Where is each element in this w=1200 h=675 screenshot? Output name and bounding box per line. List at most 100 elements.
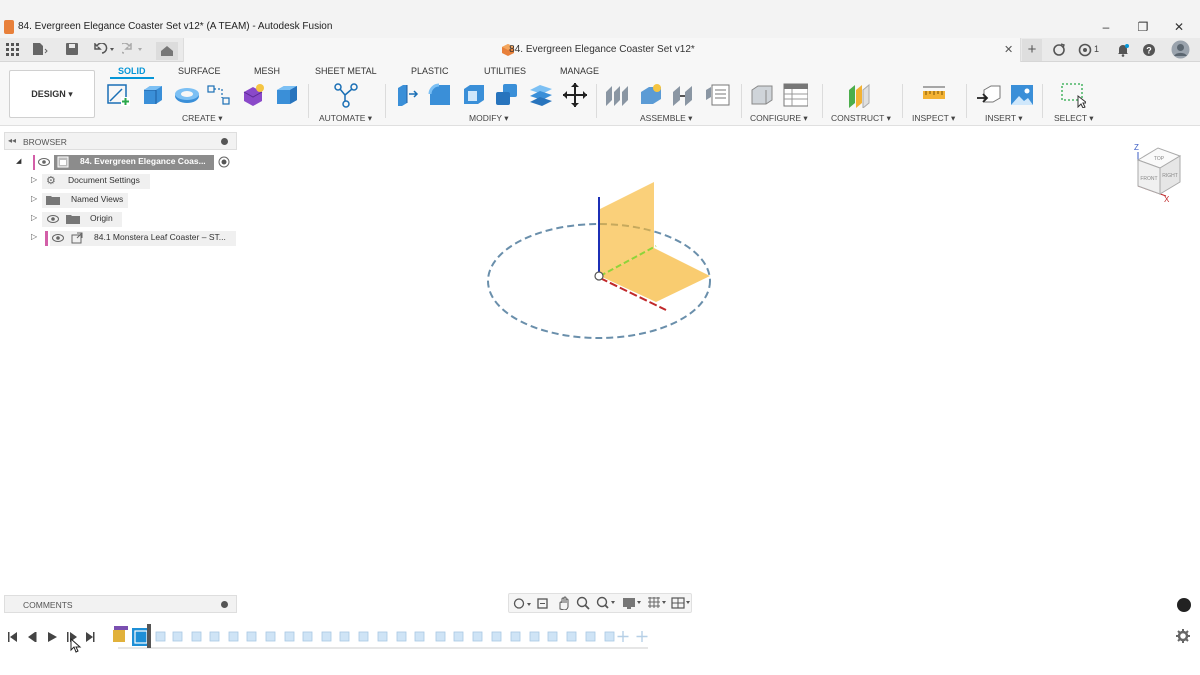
bell-icon[interactable] bbox=[1116, 43, 1130, 57]
select-group-label[interactable]: SELECT ▾ bbox=[1054, 113, 1094, 124]
insert-derive-icon[interactable] bbox=[976, 82, 1002, 108]
joint-icon[interactable] bbox=[638, 82, 664, 108]
modify-group-label[interactable]: MODIFY ▾ bbox=[469, 113, 509, 124]
tab-manage[interactable]: MANAGE bbox=[560, 66, 599, 76]
save-icon[interactable] bbox=[66, 43, 78, 55]
new-component-icon[interactable] bbox=[604, 82, 630, 108]
tab-surface[interactable]: SURFACE bbox=[178, 66, 221, 76]
orbit-icon[interactable] bbox=[513, 597, 531, 610]
workspace-switcher[interactable]: DESIGN ▾ bbox=[9, 70, 95, 118]
browser-item-document-settings[interactable]: ▷ ⚙ Document Settings bbox=[28, 174, 228, 189]
maximize-button[interactable]: ❐ bbox=[1131, 17, 1155, 37]
timeline-settings-gear-icon[interactable] bbox=[1176, 629, 1190, 643]
look-at-icon[interactable] bbox=[536, 597, 549, 610]
tab-solid[interactable]: SOLID bbox=[118, 66, 146, 76]
timeline-group-marker bbox=[114, 626, 128, 630]
collapse-panel-icon[interactable]: ◂◂ bbox=[8, 136, 16, 145]
fillet-icon[interactable] bbox=[427, 82, 453, 108]
redo-icon[interactable] bbox=[122, 43, 146, 55]
expand-arrow-icon[interactable]: ▷ bbox=[31, 213, 37, 222]
document-tab[interactable]: 84. Evergreen Elegance Coaster Set v12* … bbox=[183, 38, 1021, 62]
sweep-icon[interactable] bbox=[206, 82, 232, 108]
minimize-button[interactable]: – bbox=[1094, 17, 1118, 37]
inspect-group-label[interactable]: INSPECT ▾ bbox=[912, 113, 955, 124]
expand-arrow-icon[interactable]: ▷ bbox=[31, 232, 37, 241]
browser-item-component[interactable]: ▷ 84.1 Monstera Leaf Coaster – ST... bbox=[28, 231, 238, 246]
tab-plastic[interactable]: PLASTIC bbox=[411, 66, 449, 76]
timeline-features-suppressed[interactable] bbox=[155, 631, 615, 642]
viewcube-z-label: Z bbox=[1134, 143, 1139, 152]
create-group-label[interactable]: CREATE ▾ bbox=[182, 113, 222, 124]
activate-radio-icon[interactable] bbox=[218, 156, 230, 168]
form-icon[interactable] bbox=[240, 82, 266, 108]
eye-icon[interactable] bbox=[47, 215, 59, 223]
automate-group-label[interactable]: AUTOMATE ▾ bbox=[319, 113, 372, 124]
move-icon[interactable] bbox=[562, 82, 588, 108]
measure-icon[interactable] bbox=[921, 82, 947, 108]
browser-root-row[interactable]: ◢ 84. Evergreen Elegance Coas... bbox=[14, 155, 236, 170]
browser-item-origin[interactable]: ▷ Origin bbox=[28, 212, 228, 227]
quick-access-badge-icon[interactable] bbox=[1177, 598, 1191, 612]
eye-icon[interactable] bbox=[38, 158, 50, 166]
viewports-icon[interactable] bbox=[671, 596, 693, 610]
step-back-icon[interactable] bbox=[28, 632, 37, 642]
tab-mesh[interactable]: MESH bbox=[254, 66, 280, 76]
press-pull-icon[interactable] bbox=[394, 82, 420, 108]
insert-group-label[interactable]: INSERT ▾ bbox=[985, 113, 1023, 124]
add-tab-icon[interactable]: + bbox=[1022, 39, 1042, 61]
comments-panel-header[interactable]: COMMENTS bbox=[4, 595, 237, 613]
close-window-button[interactable]: ✕ bbox=[1167, 17, 1191, 37]
home-icon[interactable] bbox=[156, 42, 178, 60]
sync-icon[interactable] bbox=[1052, 43, 1066, 57]
assemble-group-label[interactable]: ASSEMBLE ▾ bbox=[640, 113, 692, 124]
collapse-arrow-icon[interactable]: ◢ bbox=[16, 157, 21, 165]
expand-arrow-icon[interactable]: ▷ bbox=[31, 194, 37, 203]
offset-face-icon[interactable] bbox=[528, 82, 554, 108]
as-built-joint-icon[interactable] bbox=[671, 82, 697, 108]
timeline-track[interactable] bbox=[110, 622, 655, 652]
tab-sheet-metal[interactable]: SHEET METAL bbox=[315, 66, 377, 76]
eye-icon[interactable] bbox=[52, 234, 64, 242]
panel-pin-icon[interactable] bbox=[221, 138, 228, 145]
bill-of-materials-icon[interactable] bbox=[705, 82, 731, 108]
combine-icon[interactable] bbox=[494, 82, 520, 108]
file-icon[interactable] bbox=[32, 42, 48, 56]
tab-utilities[interactable]: UTILITIES bbox=[484, 66, 526, 76]
play-icon[interactable] bbox=[48, 632, 57, 642]
zoom-window-icon[interactable] bbox=[596, 596, 618, 610]
box-icon[interactable] bbox=[274, 82, 300, 108]
revolve-icon[interactable] bbox=[173, 82, 199, 108]
go-to-end-icon[interactable] bbox=[86, 632, 95, 642]
configure-table-icon[interactable] bbox=[782, 82, 808, 108]
display-settings-icon[interactable] bbox=[622, 596, 644, 610]
user-avatar[interactable] bbox=[1171, 40, 1190, 59]
timeline-marker[interactable] bbox=[147, 624, 151, 648]
offset-plane-icon[interactable] bbox=[846, 82, 872, 108]
design-viewport[interactable] bbox=[470, 170, 730, 350]
configure-group-label[interactable]: CONFIGURE ▾ bbox=[750, 113, 808, 124]
expand-arrow-icon[interactable]: ▷ bbox=[31, 175, 37, 184]
grid-icon[interactable] bbox=[6, 43, 19, 56]
automate-icon[interactable] bbox=[333, 82, 359, 108]
create-sketch-icon[interactable] bbox=[106, 82, 132, 108]
help-icon[interactable]: ? bbox=[1142, 43, 1156, 57]
shell-icon[interactable] bbox=[461, 82, 487, 108]
go-to-start-icon[interactable] bbox=[8, 632, 17, 642]
browser-item-named-views[interactable]: ▷ Named Views bbox=[28, 193, 228, 208]
grid-snap-icon[interactable] bbox=[647, 596, 669, 610]
comments-add-icon[interactable] bbox=[221, 601, 228, 608]
viewcube[interactable]: Z X TOP FRONT RIGHT bbox=[1128, 138, 1188, 208]
undo-icon[interactable] bbox=[92, 43, 116, 55]
extrude-icon[interactable] bbox=[140, 82, 166, 108]
zoom-icon[interactable] bbox=[576, 596, 590, 610]
canvas-image-icon[interactable] bbox=[1009, 82, 1035, 108]
select-window-icon[interactable] bbox=[1060, 82, 1086, 108]
browser-panel-header[interactable]: ◂◂ BROWSER bbox=[4, 132, 237, 150]
timeline-move-features[interactable] bbox=[617, 631, 648, 642]
job-status-icon[interactable] bbox=[1078, 43, 1092, 57]
pan-hand-icon[interactable] bbox=[556, 596, 570, 610]
origin-point[interactable] bbox=[594, 271, 604, 281]
construct-group-label[interactable]: CONSTRUCT ▾ bbox=[831, 113, 891, 124]
parameters-icon[interactable] bbox=[749, 82, 775, 108]
close-icon[interactable]: ✕ bbox=[1004, 43, 1013, 56]
